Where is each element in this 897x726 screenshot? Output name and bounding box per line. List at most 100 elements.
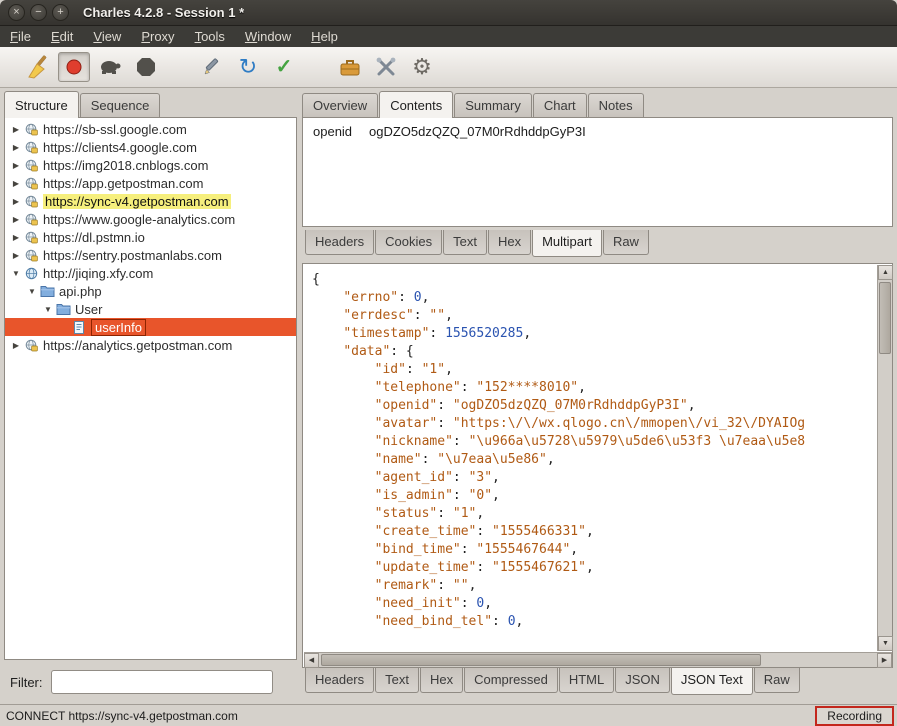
throttle-icon[interactable] — [94, 52, 126, 82]
tree-item-https-sentry-postmanlabs-com[interactable]: ▶ https://sentry.postmanlabs.com — [5, 246, 296, 264]
tree-item-http-jiqing-xfy-com[interactable]: ▼ http://jiqing.xfy.com — [5, 264, 296, 282]
content-tab-notes[interactable]: Notes — [587, 93, 644, 118]
json-line: "data": { — [343, 344, 414, 359]
minimize-button[interactable]: − — [30, 4, 47, 21]
response-tab-hex[interactable]: Hex — [419, 668, 464, 693]
scroll-down-button[interactable]: ▼ — [878, 636, 893, 651]
response-tab-html[interactable]: HTML — [558, 668, 615, 693]
json-line: "id": "1", — [374, 362, 453, 377]
window-controls: × − + — [0, 4, 77, 21]
request-icon — [71, 320, 87, 334]
tree-item-label: https://clients4.google.com — [43, 139, 197, 155]
collapse-icon[interactable]: ▼ — [9, 269, 23, 278]
tree-item-https-sb-ssl-google-com[interactable]: ▶ https://sb-ssl.google.com — [5, 120, 296, 138]
response-tab-raw[interactable]: Raw — [753, 668, 800, 693]
expand-icon[interactable]: ▶ — [9, 251, 23, 260]
collapse-icon[interactable]: ▼ — [41, 305, 55, 314]
content-panel: openid ogDZO5dzQZQ_07M0rRdhddpGyP3I Heade… — [302, 117, 893, 698]
menu-file[interactable]: File — [0, 27, 41, 46]
menu-edit[interactable]: Edit — [41, 27, 83, 46]
compose-icon[interactable] — [196, 52, 228, 82]
response-tab-compressed[interactable]: Compressed — [464, 668, 558, 693]
response-tab-text[interactable]: Text — [375, 668, 419, 693]
expand-icon[interactable]: ▶ — [9, 125, 23, 134]
tree-item-api-php[interactable]: ▼ api.php — [5, 282, 296, 300]
maximize-button[interactable]: + — [52, 4, 69, 21]
window-title: Charles 4.2.8 - Session 1 * — [83, 5, 245, 20]
expand-icon[interactable]: ▶ — [9, 341, 23, 350]
menu-proxy[interactable]: Proxy — [131, 27, 184, 46]
request-tab-headers[interactable]: Headers — [305, 230, 375, 255]
tree-item-https-analytics-getpostman-com[interactable]: ▶ https://analytics.getpostman.com — [5, 336, 296, 354]
site-icon — [23, 267, 39, 280]
json-line: { — [312, 272, 320, 287]
tree-item-https-dl-pstmn-io[interactable]: ▶ https://dl.pstmn.io — [5, 228, 296, 246]
json-line: "need_init": 0, — [374, 596, 493, 611]
expand-icon[interactable]: ▶ — [9, 233, 23, 242]
request-body-view: openid ogDZO5dzQZQ_07M0rRdhddpGyP3I — [302, 117, 893, 227]
sidebar-tab-structure[interactable]: Structure — [4, 91, 79, 118]
content-tab-chart[interactable]: Chart — [532, 93, 587, 118]
content-tab-overview[interactable]: Overview — [302, 93, 379, 118]
folder-icon — [55, 303, 71, 316]
expand-icon[interactable]: ▶ — [9, 161, 23, 170]
request-tab-multipart[interactable]: Multipart — [532, 230, 602, 257]
tree-item-userinfo[interactable]: userInfo — [5, 318, 296, 336]
validate-icon[interactable]: ✓ — [268, 52, 300, 82]
tree-item-label: https://img2018.cnblogs.com — [43, 157, 209, 173]
json-line: "create_time": "1555466331", — [374, 524, 594, 539]
record-icon[interactable] — [58, 52, 90, 82]
secure-site-icon — [23, 231, 39, 244]
menu-tools[interactable]: Tools — [185, 27, 235, 46]
menu-help[interactable]: Help — [301, 27, 348, 46]
horizontal-scroll-thumb[interactable] — [321, 654, 761, 666]
json-line: "remark": "", — [374, 578, 477, 593]
vertical-scroll-track[interactable] — [878, 280, 892, 636]
request-tab-hex[interactable]: Hex — [487, 230, 532, 255]
settings-icon[interactable]: ⚙ — [406, 52, 438, 82]
secure-site-icon — [23, 249, 39, 262]
request-tab-text[interactable]: Text — [443, 230, 487, 255]
horizontal-scroll-track[interactable] — [319, 653, 877, 667]
response-tab-json-text[interactable]: JSON Text — [670, 668, 753, 695]
response-tab-headers[interactable]: Headers — [305, 668, 375, 693]
request-tab-raw[interactable]: Raw — [602, 230, 649, 255]
content-tab-contents[interactable]: Contents — [379, 91, 454, 118]
scroll-right-button[interactable]: ▶ — [877, 653, 892, 668]
clear-session-icon[interactable] — [22, 52, 54, 82]
toolbar-group: ⚙ — [334, 52, 442, 82]
tree-item-https-sync-v4-getpostman-com[interactable]: ▶ https://sync-v4.getpostman.com — [5, 192, 296, 210]
tree-item-https-clients4-google-com[interactable]: ▶ https://clients4.google.com — [5, 138, 296, 156]
scroll-up-button[interactable]: ▲ — [878, 265, 893, 280]
collapse-icon[interactable]: ▼ — [25, 287, 39, 296]
sidebar-tab-sequence[interactable]: Sequence — [79, 93, 161, 118]
repeat-icon[interactable]: ↻ — [232, 52, 264, 82]
menu-window[interactable]: Window — [235, 27, 301, 46]
tree-item-https-img2018-cnblogs-com[interactable]: ▶ https://img2018.cnblogs.com — [5, 156, 296, 174]
vertical-scrollbar[interactable]: ▲ ▼ — [877, 265, 893, 651]
horizontal-scrollbar[interactable]: ◀ ▶ — [304, 652, 892, 668]
expand-icon[interactable]: ▶ — [9, 197, 23, 206]
request-tab-cookies[interactable]: Cookies — [375, 230, 443, 255]
secure-site-icon — [23, 141, 39, 154]
vertical-scroll-thumb[interactable] — [879, 282, 891, 354]
content-tab-summary[interactable]: Summary — [454, 93, 532, 118]
tree-item-https-app-getpostman-com[interactable]: ▶ https://app.getpostman.com — [5, 174, 296, 192]
breakpoints-icon[interactable] — [130, 52, 162, 82]
proxy-settings-icon[interactable] — [370, 52, 402, 82]
expand-icon[interactable]: ▶ — [9, 179, 23, 188]
menu-view[interactable]: View — [83, 27, 131, 46]
tree-item-user[interactable]: ▼ User — [5, 300, 296, 318]
json-line: "errno": 0, — [343, 290, 430, 305]
tree-item-https-www-google-analytics-com[interactable]: ▶ https://www.google-analytics.com — [5, 210, 296, 228]
tools-icon[interactable] — [334, 52, 366, 82]
expand-icon[interactable]: ▶ — [9, 215, 23, 224]
tree-item-label: https://sb-ssl.google.com — [43, 121, 187, 137]
filter-input[interactable] — [50, 670, 273, 694]
response-tab-json[interactable]: JSON — [615, 668, 670, 693]
secure-site-icon — [23, 159, 39, 172]
close-button[interactable]: × — [8, 4, 25, 21]
tree-item-label: https://analytics.getpostman.com — [43, 337, 233, 353]
scroll-left-button[interactable]: ◀ — [304, 653, 319, 668]
expand-icon[interactable]: ▶ — [9, 143, 23, 152]
